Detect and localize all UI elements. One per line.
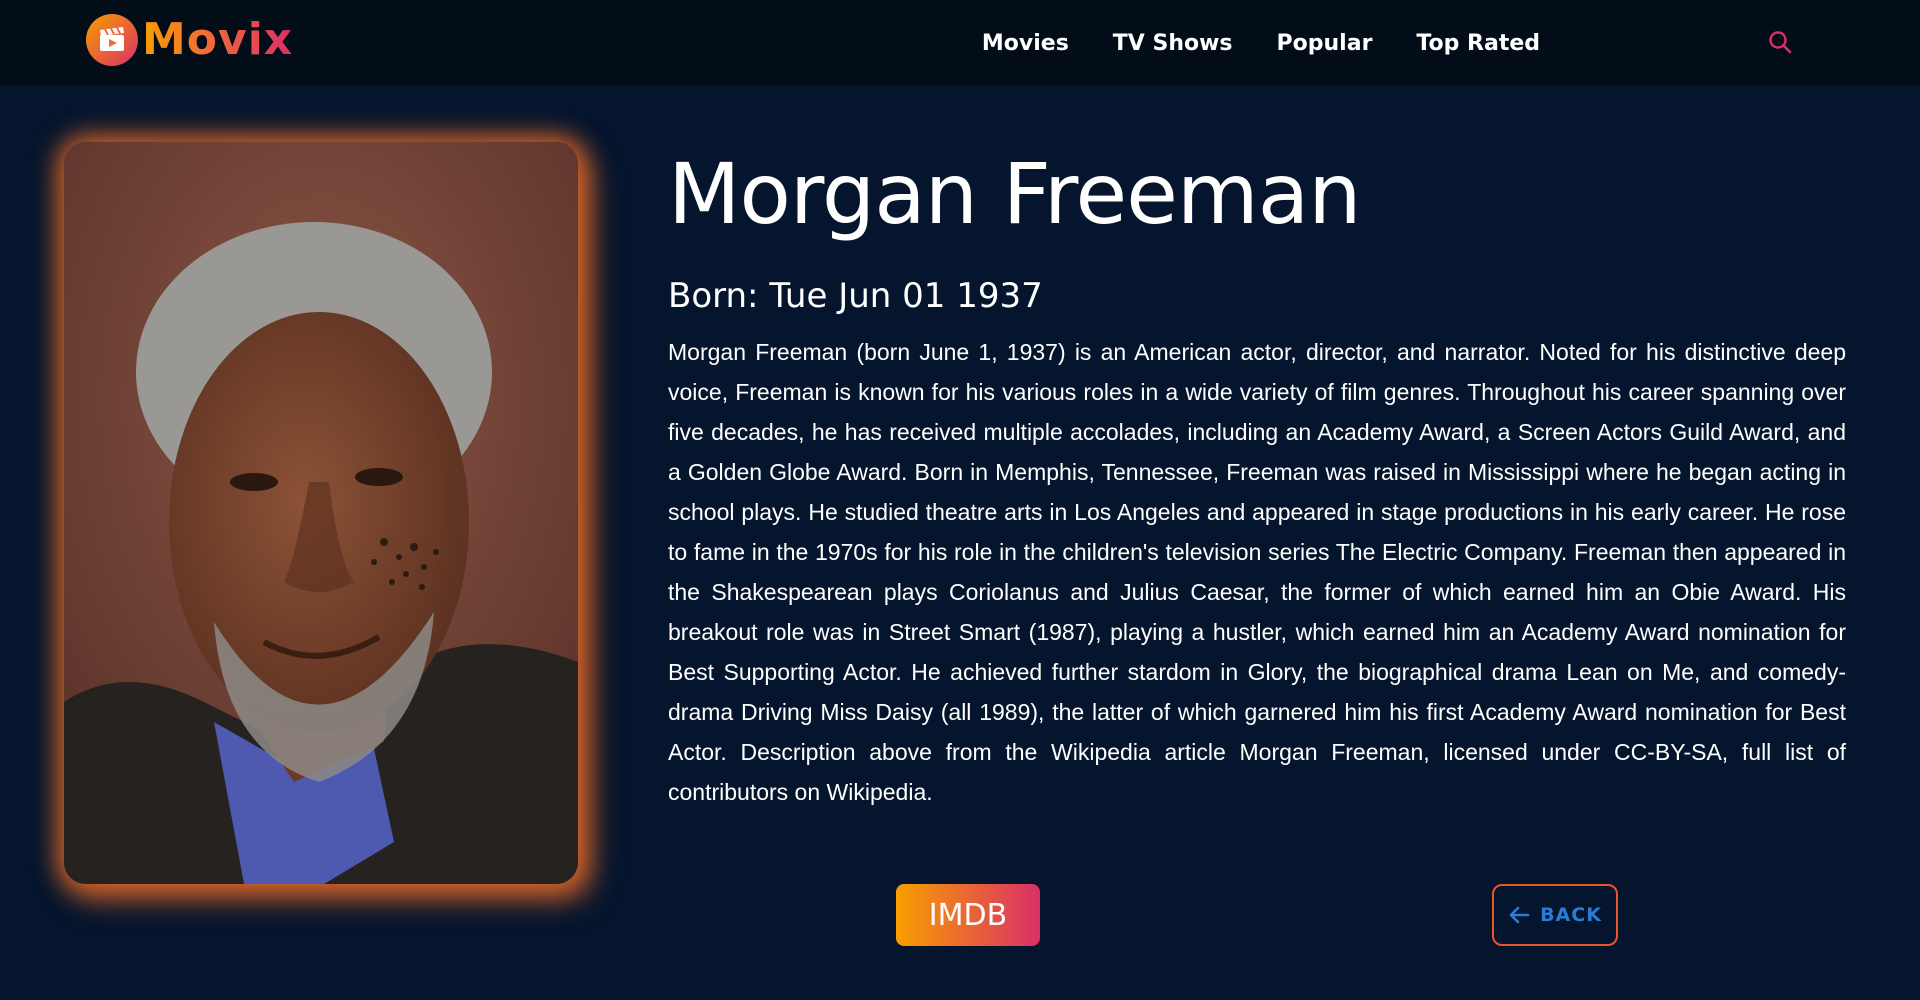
person-name: Morgan Freeman — [668, 145, 1361, 243]
birth-date: Born: Tue Jun 01 1937 — [668, 276, 1043, 316]
back-button[interactable]: BACK — [1492, 884, 1618, 946]
nav-item-popular[interactable]: Popular — [1277, 31, 1373, 56]
arrow-left-icon — [1509, 906, 1530, 924]
main-nav: Movies TV Shows Popular Top Rated — [938, 0, 1540, 86]
search-icon[interactable] — [1766, 28, 1794, 56]
imdb-button[interactable]: IMDB — [896, 884, 1040, 946]
app-logo[interactable]: Movix — [86, 14, 293, 66]
person-biography: Morgan Freeman (born June 1, 1937) is an… — [668, 339, 1846, 805]
logo-text: Movix — [142, 14, 294, 65]
back-button-label: BACK — [1540, 904, 1602, 926]
nav-item-tv-shows[interactable]: TV Shows — [1113, 31, 1233, 56]
person-portrait — [64, 142, 578, 884]
nav-item-top-rated[interactable]: Top Rated — [1416, 31, 1540, 56]
clapperboard-icon — [86, 14, 138, 66]
nav-item-movies[interactable]: Movies — [982, 31, 1069, 56]
top-header: Movix Movies TV Shows Popular Top Rated — [0, 0, 1920, 86]
